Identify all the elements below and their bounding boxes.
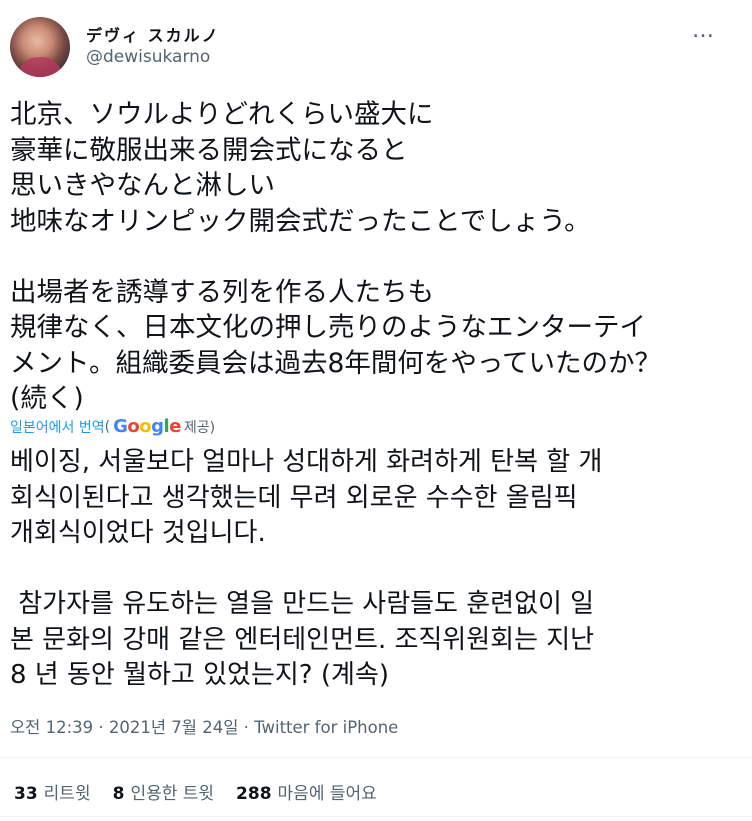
quotes-stat[interactable]: 8 인용한 트윗: [113, 779, 214, 804]
retweets-label: 리트윗: [43, 784, 91, 804]
display-name[interactable]: デヴィ スカルノ: [86, 22, 220, 46]
translated-line: 참가자를 유도하는 열을 만드는 사람들도 훈련없이 일: [10, 589, 595, 619]
avatar[interactable]: [10, 17, 70, 77]
retweets-stat[interactable]: 33 리트윗: [14, 779, 91, 804]
google-logo: Google: [113, 416, 181, 437]
provider-open-paren: (: [104, 418, 111, 435]
tweet-timestamp[interactable]: 오전 12:39 · 2021년 7월 24일 · Twitter for iP…: [10, 714, 398, 738]
tweet-line: 地味なオリンピック開会式だったことでしょう。: [10, 205, 591, 237]
likes-stat[interactable]: 288 마음에 들어요: [236, 779, 377, 804]
tweet-line: (続く): [10, 383, 84, 414]
translation-label-link[interactable]: 일본어에서 번역: [10, 417, 105, 437]
translated-line: 회식이된다고 생각했는데 무려 외로운 수수한 올림픽: [10, 482, 578, 513]
likes-label: 마음에 들어요: [277, 784, 377, 804]
translation-attribution: 일본어에서 번역 ( Google 제공): [10, 416, 215, 437]
tweet-stats: 33 리트윗 8 인용한 트윗 288 마음에 들어요: [14, 779, 377, 804]
tweet-line: 北京、ソウルよりどれくらい盛大に: [10, 99, 434, 130]
tweet-line: 出場者を誘導する列を作る人たちも: [10, 276, 434, 308]
quotes-count: 8: [112, 784, 125, 804]
likes-count: 288: [236, 784, 272, 804]
tweet-line: メント。組織委員会は過去8年間何をやっていたのか？: [10, 347, 662, 379]
tweet-line: 豪華に敬服出来る開会式になると: [10, 134, 408, 166]
retweets-count: 33: [14, 784, 38, 804]
tweet-line: 思いきやなんと淋しい: [10, 170, 275, 201]
divider: [0, 816, 752, 817]
translated-line: 본 문화의 강매 같은 엔터테인먼트. 조직위원회는 지난: [10, 624, 595, 655]
divider: [0, 757, 752, 758]
translation-provider: ( Google 제공): [105, 416, 216, 437]
provider-suffix: 제공): [183, 419, 216, 436]
translated-line: 개회식이었다 것입니다.: [10, 518, 266, 548]
tweet-line: 規律なく、日本文化の押し売りのようなエンターテイ: [10, 312, 646, 343]
translated-text: 베이징, 서울보다 얼마나 성대하게 화려하게 탄복 할 개 회식이된다고 생각…: [10, 445, 740, 694]
quotes-label: 인용한 트윗: [130, 784, 215, 804]
more-options-icon[interactable]: …: [692, 18, 715, 43]
translated-line: 8 년 동안 뭘하고 있었는지? (계속): [10, 660, 389, 690]
user-handle[interactable]: @dewisukarno: [86, 47, 210, 67]
translated-line: 베이징, 서울보다 얼마나 성대하게 화려하게 탄복 할 개: [10, 447, 603, 477]
tweet-text: 北京、ソウルよりどれくらい盛大に 豪華に敬服出来る開会式になると 思いきやなんと…: [10, 97, 740, 417]
